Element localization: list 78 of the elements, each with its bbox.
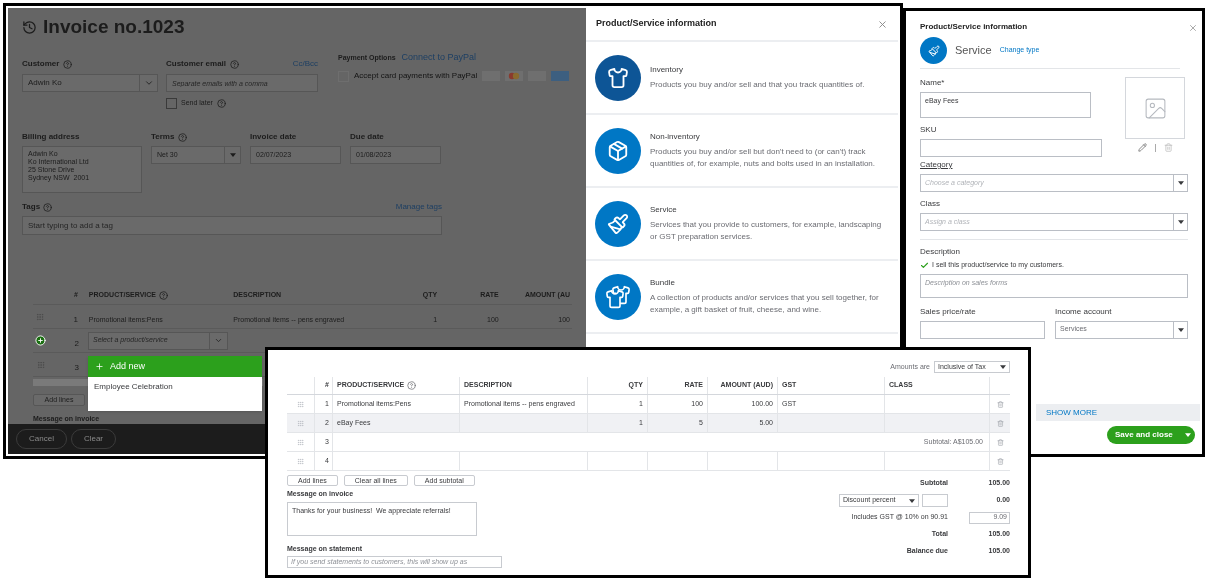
type-description: Products you buy and/or sell but don't need to (or can't) track quantities of, for example, nuts and bolts used in an installation. <box>650 146 877 170</box>
send-later-checkbox[interactable] <box>166 98 177 109</box>
card-payments-label: Accept card payments with PayPal <box>354 70 478 82</box>
field-label: Invoice date <box>250 131 297 143</box>
sku-input[interactable] <box>920 139 1102 157</box>
field-label: Terms <box>151 131 175 143</box>
type-option[interactable]: Service Services that you provide to customers, for example, landscaping or GST preparation services. <box>586 186 898 259</box>
panel-title: Product/Service information <box>920 21 1029 33</box>
caret-icon <box>1177 327 1184 332</box>
trash-icon[interactable] <box>996 438 1004 446</box>
type-description: A collection of products and/or services that you sell together, for example, a gift basket of fruit, cheese, and wine. <box>650 292 880 316</box>
field-label: Name* <box>920 77 946 89</box>
sales-price-input[interactable] <box>920 320 1045 339</box>
type-name: Bundle <box>650 277 676 289</box>
item-type: Service <box>955 43 992 59</box>
trash-icon[interactable] <box>996 457 1004 465</box>
caret-icon <box>1177 220 1184 224</box>
type-name: Non-inventory <box>650 131 701 143</box>
sell-checkbox[interactable] <box>920 260 929 270</box>
field-label: Tags <box>22 201 41 213</box>
drag-handle-icon[interactable] <box>36 312 45 321</box>
trash-icon[interactable] <box>996 419 1004 427</box>
shirt-icon <box>607 66 629 89</box>
close-icon[interactable] <box>877 18 888 30</box>
show-more-bar[interactable]: SHOW MORE <box>1036 404 1200 421</box>
history-icon[interactable] <box>22 19 37 35</box>
help-icon[interactable] <box>43 202 53 212</box>
type-option[interactable]: Non-inventory Products you buy and/or sell but don't need to (or can't) track quantities of, for example, nuts and bolts used in an installation. <box>586 113 898 186</box>
caret-icon <box>229 153 236 157</box>
shirts-icon <box>605 284 631 309</box>
help-icon[interactable] <box>216 99 226 108</box>
trash-icon[interactable] <box>1163 143 1173 152</box>
field-label: Due date <box>350 131 384 143</box>
plus-icon <box>95 362 104 371</box>
field-label: Class <box>920 198 941 210</box>
chevron-down-icon <box>214 336 223 345</box>
save-and-close-button[interactable]: Save and close <box>1107 426 1195 444</box>
type-name: Inventory <box>650 64 684 76</box>
field-label: Billing address <box>22 131 80 143</box>
field-label: Customer <box>22 58 60 70</box>
customer-select[interactable]: Adwin Ko <box>22 74 158 92</box>
field-label: Description <box>920 246 961 258</box>
caret-icon <box>1000 365 1006 369</box>
help-icon[interactable] <box>159 291 169 300</box>
caret-icon <box>1184 433 1191 437</box>
caret-icon <box>1177 181 1184 185</box>
dropdown-option[interactable]: Employee Celebration <box>88 377 262 397</box>
image-placeholder-icon <box>1142 95 1168 121</box>
field-label: SKU <box>920 124 938 136</box>
modal-title: Product/Service information <box>596 17 717 31</box>
field-label: Customer email <box>166 58 227 70</box>
help-icon[interactable] <box>178 132 188 142</box>
field-label: Sales price/rate <box>920 305 977 318</box>
row-number: 2 <box>74 338 79 348</box>
help-icon[interactable] <box>230 59 240 69</box>
box-icon <box>607 139 629 162</box>
type-description: Products you buy and/or sell and that you track quantities of. <box>650 79 865 91</box>
help-icon[interactable] <box>407 381 417 390</box>
close-icon[interactable] <box>1188 23 1198 33</box>
type-option[interactable]: Inventory Products you buy and/or sell and that you track quantities of. <box>586 40 898 113</box>
caret-icon <box>909 498 915 503</box>
image-upload-box[interactable] <box>1125 77 1185 139</box>
type-description: Services that you provide to customers, for example, landscaping or GST preparation services. <box>650 219 883 243</box>
discount-input[interactable] <box>922 494 948 507</box>
service-badge <box>920 37 947 64</box>
drag-handle-icon[interactable] <box>36 360 45 369</box>
help-icon[interactable] <box>63 59 73 69</box>
paintbrush-icon <box>607 212 629 235</box>
field-label: Category <box>920 159 954 171</box>
chevron-down-icon <box>143 78 154 88</box>
pencil-icon[interactable] <box>1137 143 1147 152</box>
add-new-option[interactable]: Add new <box>88 356 262 377</box>
field-label: Income account <box>1055 305 1113 318</box>
type-name: Service <box>650 204 678 216</box>
invoice-title: Invoice no.1023 <box>43 14 185 39</box>
trash-icon[interactable] <box>996 400 1004 408</box>
add-row-icon[interactable] <box>35 335 46 346</box>
type-option[interactable]: Bundle A collection of products and/or services that you sell together, for example, a gift basket of fruit, cheese, and wine. <box>586 259 898 332</box>
